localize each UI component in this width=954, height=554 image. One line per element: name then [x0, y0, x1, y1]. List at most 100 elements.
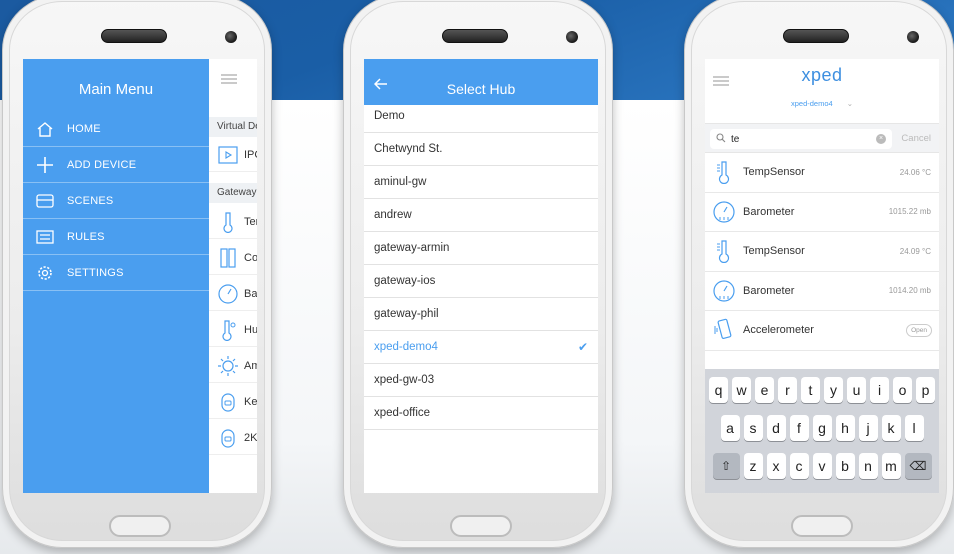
key[interactable]: j: [858, 415, 878, 441]
key[interactable]: p: [916, 377, 935, 403]
backspace-key-icon[interactable]: ⌫: [904, 453, 932, 479]
list-item[interactable]: Hum: [209, 313, 257, 347]
list-item-label: 2Key: [244, 431, 257, 444]
status-badge: Open: [906, 323, 932, 337]
list-item[interactable]: Key-: [209, 385, 257, 419]
on-screen-keyboard: q w e r t y u i o p a s d f g h j k l ⇧ …: [705, 369, 939, 493]
list-item[interactable]: IPCA: [209, 138, 257, 172]
home-button[interactable]: [791, 515, 853, 537]
clear-icon[interactable]: ×: [876, 134, 886, 144]
key[interactable]: v: [812, 453, 832, 479]
key[interactable]: y: [824, 377, 843, 403]
key[interactable]: t: [801, 377, 820, 403]
key[interactable]: d: [766, 415, 786, 441]
key[interactable]: z: [743, 453, 763, 479]
key[interactable]: u: [847, 377, 866, 403]
key[interactable]: q: [709, 377, 728, 403]
screen-select-hub: Select Hub Demo Chetwynd St. aminul-gw a…: [364, 59, 598, 493]
list-item[interactable]: Baro: [209, 277, 257, 311]
keyfob-icon: [217, 391, 239, 413]
home-button[interactable]: [109, 515, 171, 537]
hub-item[interactable]: xped-gw-03: [364, 364, 598, 397]
key[interactable]: l: [904, 415, 924, 441]
key[interactable]: k: [881, 415, 901, 441]
scenes-icon: [23, 193, 67, 208]
list-item[interactable]: Con: [209, 241, 257, 275]
key[interactable]: g: [812, 415, 832, 441]
key[interactable]: a: [720, 415, 740, 441]
search-value: te: [731, 133, 740, 145]
hub-item[interactable]: gateway-ios: [364, 265, 598, 298]
menu-item-add-device[interactable]: ADD DEVICE: [23, 147, 209, 183]
key[interactable]: c: [789, 453, 809, 479]
keyfob-icon: [217, 427, 239, 449]
list-item[interactable]: Amb: [209, 349, 257, 383]
list-item[interactable]: Tem: [209, 205, 257, 239]
drawer-title: Main Menu: [78, 81, 154, 98]
menu-item-label: HOME: [67, 122, 101, 135]
hub-item-selected[interactable]: xped-demo4 ✔: [364, 331, 598, 364]
device-row[interactable]: TempSensor 24.06 °C: [705, 153, 939, 193]
key[interactable]: r: [778, 377, 797, 403]
home-button[interactable]: [450, 515, 512, 537]
key[interactable]: i: [870, 377, 889, 403]
key[interactable]: s: [743, 415, 763, 441]
device-name: Barometer: [743, 284, 795, 297]
menu-item-label: RULES: [67, 230, 105, 243]
key[interactable]: w: [732, 377, 751, 403]
list-item-label: Tem: [244, 215, 257, 228]
key[interactable]: n: [858, 453, 878, 479]
phone-main-menu: Main Menu HOME ADD DEVICE SCENES RULES S…: [2, 0, 272, 548]
key[interactable]: x: [766, 453, 786, 479]
key[interactable]: f: [789, 415, 809, 441]
key[interactable]: b: [835, 453, 855, 479]
keyboard-row-3: ⇧ z x c v b n m ⌫: [705, 453, 939, 479]
key[interactable]: e: [755, 377, 774, 403]
hub-item[interactable]: andrew: [364, 199, 598, 232]
hub-item[interactable]: gateway-phil: [364, 298, 598, 331]
device-value: 24.06 °C: [899, 167, 931, 177]
device-name: TempSensor: [743, 166, 805, 179]
header-bar: xped xped-demo4 ⌄: [705, 59, 939, 123]
speaker-grille: [442, 29, 508, 43]
barometer-icon: [711, 199, 737, 225]
menu-icon[interactable]: [221, 71, 237, 89]
device-name: Accelerometer: [743, 324, 814, 337]
plus-icon: [23, 156, 67, 174]
shift-key-icon[interactable]: ⇧: [712, 453, 740, 479]
page-title: Select Hub: [446, 81, 516, 97]
header-bar: Select Hub: [364, 59, 598, 105]
menu-item-scenes[interactable]: SCENES: [23, 183, 209, 219]
rules-icon: [23, 229, 67, 244]
screen-main-menu: Main Menu HOME ADD DEVICE SCENES RULES S…: [23, 59, 257, 493]
speaker-grille: [101, 29, 167, 43]
chevron-down-icon: ⌄: [846, 99, 853, 108]
device-row[interactable]: Barometer 1015.22 mb: [705, 193, 939, 232]
cancel-button[interactable]: Cancel: [901, 133, 931, 144]
key[interactable]: h: [835, 415, 855, 441]
key[interactable]: m: [881, 453, 901, 479]
search-icon: [716, 132, 726, 146]
section-header: Gateway I: [209, 183, 257, 203]
hub-item[interactable]: aminul-gw: [364, 166, 598, 199]
menu-item-label: ADD DEVICE: [67, 158, 137, 171]
search-input[interactable]: te ×: [710, 129, 892, 149]
device-row[interactable]: Accelerometer Open: [705, 311, 939, 351]
accelerometer-icon: [711, 317, 737, 343]
menu-item-settings[interactable]: SETTINGS: [23, 255, 209, 291]
menu-item-home[interactable]: HOME: [23, 111, 209, 147]
device-value: 1014.20 mb: [888, 286, 931, 296]
hub-item[interactable]: Demo: [364, 105, 598, 133]
front-camera: [907, 31, 919, 43]
list-item[interactable]: 2Key: [209, 421, 257, 455]
hub-item[interactable]: xped-office: [364, 397, 598, 430]
hub-item[interactable]: gateway-armin: [364, 232, 598, 265]
search-bar: te × Cancel: [705, 123, 939, 153]
key[interactable]: o: [893, 377, 912, 403]
hub-item[interactable]: Chetwynd St.: [364, 133, 598, 166]
gear-icon: [23, 264, 67, 282]
device-row[interactable]: TempSensor 24.09 °C: [705, 232, 939, 272]
hub-selector[interactable]: xped-demo4 ⌄: [705, 99, 939, 108]
device-row[interactable]: Barometer 1014.20 mb: [705, 272, 939, 311]
menu-item-rules[interactable]: RULES: [23, 219, 209, 255]
